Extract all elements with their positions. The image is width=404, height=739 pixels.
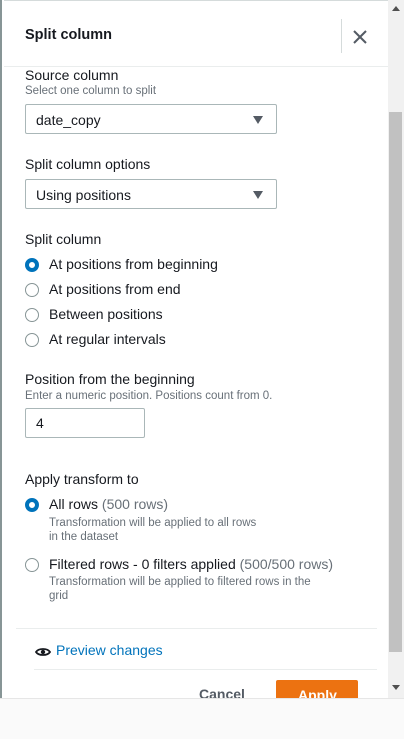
- filtered-rows-count: (500/500 rows): [239, 556, 334, 572]
- apply-transform-label: Apply transform to: [25, 471, 139, 487]
- scroll-down-arrow-icon[interactable]: [392, 685, 400, 690]
- apply-button[interactable]: Apply: [276, 680, 358, 698]
- radio-button-checked: [25, 258, 39, 272]
- position-hint: Enter a numeric position. Positions coun…: [25, 390, 273, 402]
- radio-button: [25, 558, 39, 572]
- radio-label: Between positions: [49, 306, 163, 322]
- footer-divider: [34, 669, 377, 670]
- radio-button-checked: [25, 498, 39, 512]
- panel-header: Split column: [4, 0, 404, 67]
- all-rows-description: Transformation will be applied to all ro…: [49, 517, 257, 543]
- radio-button: [25, 308, 39, 322]
- panel-body: Source column Select one column to split…: [4, 67, 389, 698]
- filtered-rows-label: Filtered rows - 0 filters applied: [49, 556, 236, 572]
- close-icon: [353, 30, 367, 44]
- vertical-scrollbar[interactable]: [388, 0, 404, 698]
- source-column-value: date_copy: [36, 112, 101, 128]
- radio-button: [25, 283, 39, 297]
- scroll-up-arrow-icon[interactable]: [392, 6, 400, 11]
- source-column-select[interactable]: date_copy: [25, 104, 277, 134]
- source-column-hint: Select one column to split: [25, 85, 157, 97]
- source-column-label: Source column: [25, 67, 119, 83]
- split-column-label: Split column: [25, 231, 102, 247]
- header-divider: [341, 19, 342, 53]
- apply-button-label: Apply: [298, 687, 337, 698]
- radio-label: At positions from end: [49, 281, 181, 297]
- radio-label: At regular intervals: [49, 331, 166, 347]
- section-divider: [16, 628, 377, 629]
- page-background: [0, 698, 404, 739]
- panel-title: Split column: [25, 27, 112, 43]
- radio-button: [25, 333, 39, 347]
- position-label: Position from the beginning: [25, 371, 195, 387]
- preview-changes-label: Preview changes: [56, 642, 163, 658]
- filtered-rows-description: Transformation will be applied to filter…: [49, 576, 311, 602]
- radio-label: At positions from beginning: [49, 256, 218, 272]
- eye-icon: [35, 648, 51, 656]
- caret-down-icon: [253, 116, 263, 124]
- scrollbar-thumb[interactable]: [389, 112, 402, 652]
- split-options-select[interactable]: Using positions: [25, 179, 277, 209]
- caret-down-icon: [253, 191, 263, 199]
- all-rows-label: All rows: [49, 496, 99, 512]
- all-rows-count: (500 rows): [101, 496, 169, 512]
- split-options-label: Split column options: [25, 156, 151, 172]
- cancel-button[interactable]: Cancel: [199, 686, 245, 698]
- position-input[interactable]: [25, 408, 145, 438]
- close-button[interactable]: [346, 23, 374, 51]
- split-options-value: Using positions: [36, 187, 131, 203]
- split-column-panel: Split column Source column Select one co…: [0, 0, 404, 698]
